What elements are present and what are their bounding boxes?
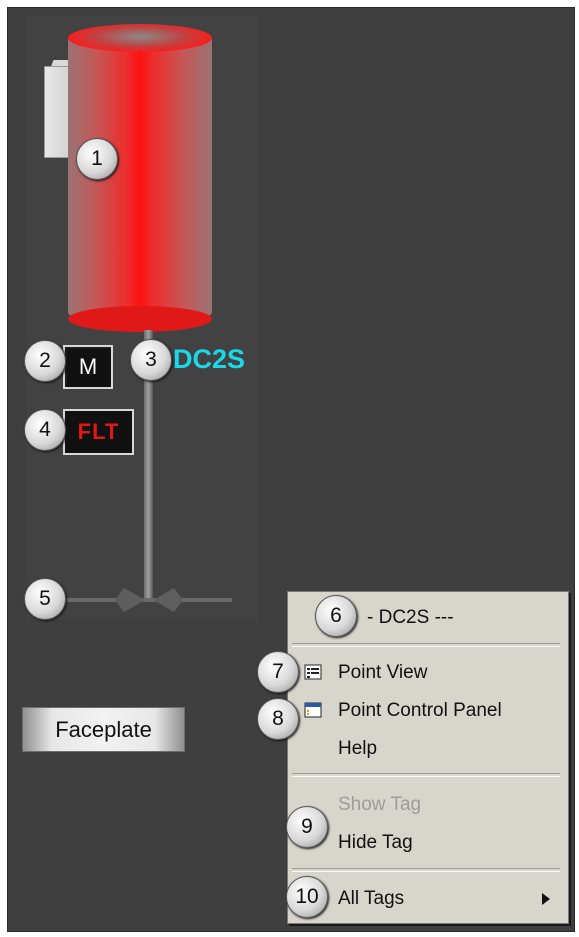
menu-item-point-control-panel[interactable]: Point Control Panel (338, 700, 502, 722)
menu-item-show-tag: Show Tag (338, 794, 422, 815)
callout-7: 7 (257, 651, 299, 693)
tank-bottom (68, 306, 212, 332)
callout-2: 2 (24, 340, 66, 382)
fault-indicator[interactable]: FLT (63, 409, 134, 455)
context-menu: - DC2S --- Point View Point Control Pane… (287, 591, 569, 924)
callout-9: 9 (286, 806, 328, 848)
tank-top (68, 24, 212, 52)
menu-item-all-tags[interactable]: All Tags (338, 888, 404, 910)
impeller-icon (66, 588, 232, 612)
point-control-panel-icon (304, 702, 322, 718)
callout-10: 10 (286, 876, 328, 918)
submenu-arrow-icon (542, 893, 550, 905)
menu-item-hide-tag[interactable]: Hide Tag (338, 832, 413, 854)
faceplate-button[interactable]: Faceplate (22, 707, 185, 752)
callout-8: 8 (257, 698, 299, 740)
menu-item-help[interactable]: Help (338, 738, 377, 760)
callout-1: 1 (76, 138, 118, 180)
callout-3: 3 (130, 339, 172, 381)
menu-header: - DC2S --- (367, 607, 454, 628)
callout-4: 4 (24, 409, 66, 451)
callout-5: 5 (24, 578, 66, 620)
menu-item-point-view[interactable]: Point View (338, 662, 427, 684)
menu-separator (292, 643, 560, 647)
mode-indicator[interactable]: M (63, 345, 113, 389)
point-view-icon (304, 664, 322, 680)
menu-separator (292, 773, 560, 777)
menu-separator (292, 868, 560, 872)
callout-6: 6 (315, 595, 357, 637)
tag-label[interactable]: DC2S (173, 344, 245, 375)
